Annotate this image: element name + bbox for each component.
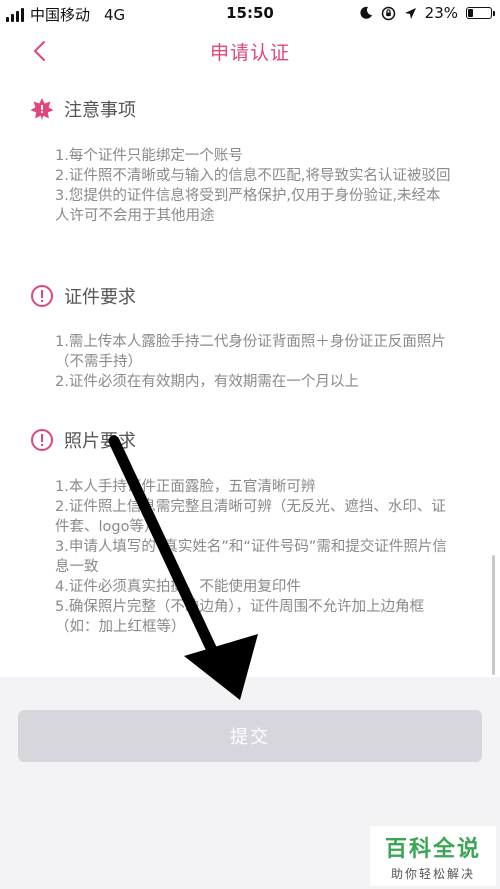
photo-req-body: 1.本人手持证件正面露脸，五官清晰可辨 2.证件照上信息需完整且清晰可辨（无反光… bbox=[55, 477, 455, 637]
notice-line: 3.您提供的证件信息将受到严格保护,仅用于身份验证,未经本人许可不会用于其他用途 bbox=[55, 188, 441, 224]
battery-icon bbox=[466, 7, 495, 19]
notice-title: 注意事项 bbox=[64, 100, 136, 121]
photo-req-title: 照片要求 bbox=[64, 431, 136, 452]
page-title: 申请认证 bbox=[209, 42, 290, 64]
submit-button[interactable]: 提交 bbox=[18, 710, 482, 762]
svg-text:!: ! bbox=[39, 103, 44, 116]
status-right: 23% bbox=[359, 4, 495, 22]
photo-req-line: 4.证件必须真实拍摄，不能使用复印件 bbox=[55, 579, 301, 595]
notice-header: ! 注意事项 bbox=[30, 96, 136, 122]
photo-req-header: 照片要求 bbox=[30, 427, 136, 453]
watermark-sub: 助你轻松解决 bbox=[390, 866, 475, 881]
photo-req-line: 5.确保照片完整（不缺边角），证件周围不允许加上边角框（如：加上红框等） bbox=[55, 599, 425, 635]
exclamation-circle-icon bbox=[31, 429, 53, 451]
notice-body: 1.每个证件只能绑定一个账号 2.证件照不清晰或与输入的信息不匹配,将导致实名认… bbox=[55, 146, 455, 226]
location-icon bbox=[404, 7, 416, 19]
exclamation-circle-icon bbox=[31, 285, 53, 307]
scrollbar[interactable] bbox=[492, 555, 495, 675]
photo-req-line: 1.本人手持证件正面露脸，五官清晰可辨 bbox=[55, 479, 316, 495]
orientation-lock-icon bbox=[381, 6, 395, 20]
doc-req-line: 1.需上传本人露脸手持二代身份证背面照＋身份证正反面照片（不需手持） bbox=[55, 334, 446, 370]
nav-bar: 申请认证 bbox=[0, 26, 500, 76]
doc-req-header: 证件要求 bbox=[30, 283, 136, 309]
doc-req-body: 1.需上传本人露脸手持二代身份证背面照＋身份证正反面照片（不需手持） 2.证件必… bbox=[55, 332, 455, 392]
photo-req-line: 3.申请人填写的“真实姓名”和“证件号码”需和提交证件照片信息一致 bbox=[55, 539, 447, 575]
status-bar: 中国移动 4G 15:50 23% bbox=[0, 0, 500, 26]
moon-icon bbox=[360, 6, 372, 19]
battery-fill bbox=[468, 9, 474, 17]
alert-burst-icon: ! bbox=[30, 98, 54, 120]
notice-line: 1.每个证件只能绑定一个账号 bbox=[55, 148, 243, 164]
watermark-logo: 百科全说 助你轻松解决 bbox=[370, 826, 496, 886]
doc-req-title: 证件要求 bbox=[64, 287, 136, 308]
doc-req-line: 2.证件必须在有效期内，有效期需在一个月以上 bbox=[55, 374, 359, 390]
photo-req-line: 2.证件照上信息需完整且清晰可辨（无反光、遮挡、水印、证件套、logo等） bbox=[55, 499, 446, 535]
notice-line: 2.证件照不清晰或与输入的信息不匹配,将导致实名认证被驳回 bbox=[55, 168, 451, 184]
battery-percent: 23% bbox=[424, 4, 458, 22]
watermark-main: 百科全说 bbox=[384, 836, 481, 862]
